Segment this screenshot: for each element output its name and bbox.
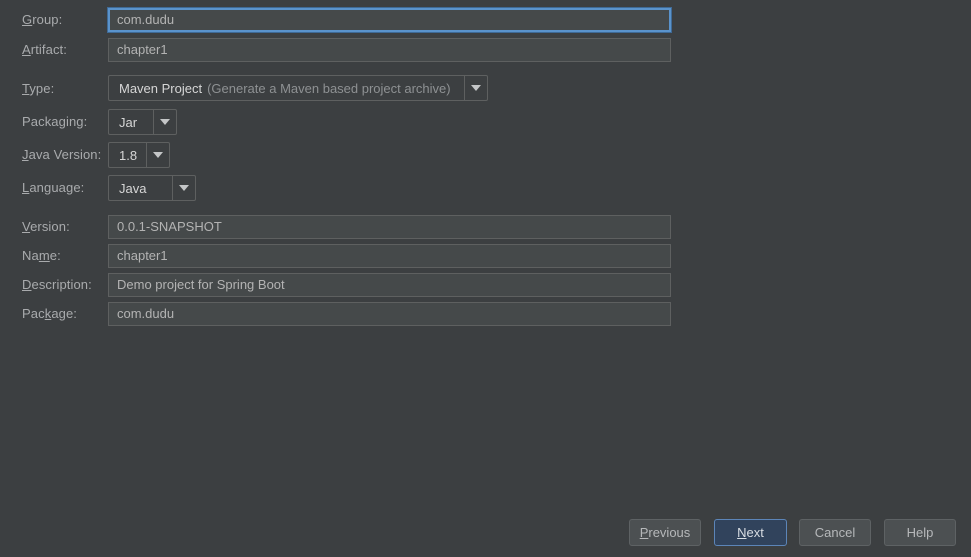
previous-button[interactable]: Previous bbox=[629, 519, 701, 546]
cancel-button-label: Cancel bbox=[814, 525, 856, 540]
label-java-version: Java Version: bbox=[22, 147, 102, 162]
java-version-value-text: 1.8 bbox=[119, 147, 138, 163]
help-button[interactable]: Help bbox=[884, 519, 956, 546]
packaging-value-text: Jar bbox=[119, 114, 138, 130]
artifact-input[interactable]: chapter1 bbox=[108, 38, 671, 62]
label-name: Name: bbox=[22, 248, 61, 263]
new-project-dialog: Group: com.dudu Artifact: chapter1 Type:… bbox=[0, 0, 971, 557]
version-input[interactable]: 0.0.1-SNAPSHOT bbox=[108, 215, 671, 239]
language-combobox[interactable]: Java bbox=[108, 175, 196, 201]
label-packaging: Packaging: bbox=[22, 114, 88, 129]
label-artifact: Artifact: bbox=[22, 42, 67, 57]
java-version-dropdown-button[interactable] bbox=[146, 143, 169, 167]
previous-button-label: Previous bbox=[639, 525, 691, 540]
name-input[interactable]: chapter1 bbox=[108, 244, 671, 268]
group-input[interactable]: com.dudu bbox=[108, 8, 671, 32]
help-button-label: Help bbox=[906, 525, 934, 540]
language-combobox-value: Java bbox=[109, 176, 172, 200]
chevron-down-icon bbox=[179, 185, 189, 191]
packaging-combobox-value: Jar bbox=[109, 110, 153, 134]
chevron-down-icon bbox=[160, 119, 170, 125]
label-type: Type: bbox=[22, 81, 55, 96]
next-button[interactable]: Next bbox=[714, 519, 787, 546]
label-language: Language: bbox=[22, 180, 85, 195]
next-button-label: Next bbox=[737, 525, 764, 540]
packaging-dropdown-button[interactable] bbox=[153, 110, 176, 134]
type-combobox[interactable]: Maven Project (Generate a Maven based pr… bbox=[108, 75, 488, 101]
package-input[interactable]: com.dudu bbox=[108, 302, 671, 326]
type-value-text: Maven Project bbox=[119, 80, 203, 96]
type-value-hint: (Generate a Maven based project archive) bbox=[207, 80, 451, 96]
language-dropdown-button[interactable] bbox=[172, 176, 195, 200]
java-version-combobox-value: 1.8 bbox=[109, 143, 146, 167]
chevron-down-icon bbox=[471, 85, 481, 91]
label-group: Group: bbox=[22, 12, 63, 27]
type-combobox-value: Maven Project (Generate a Maven based pr… bbox=[109, 76, 464, 100]
chevron-down-icon bbox=[153, 152, 163, 158]
label-package: Package: bbox=[22, 306, 78, 321]
packaging-combobox[interactable]: Jar bbox=[108, 109, 177, 135]
cancel-button[interactable]: Cancel bbox=[799, 519, 871, 546]
description-input[interactable]: Demo project for Spring Boot bbox=[108, 273, 671, 297]
label-description: Description: bbox=[22, 277, 92, 292]
label-version: Version: bbox=[22, 219, 70, 234]
type-dropdown-button[interactable] bbox=[464, 76, 487, 100]
java-version-combobox[interactable]: 1.8 bbox=[108, 142, 170, 168]
language-value-text: Java bbox=[119, 180, 147, 196]
